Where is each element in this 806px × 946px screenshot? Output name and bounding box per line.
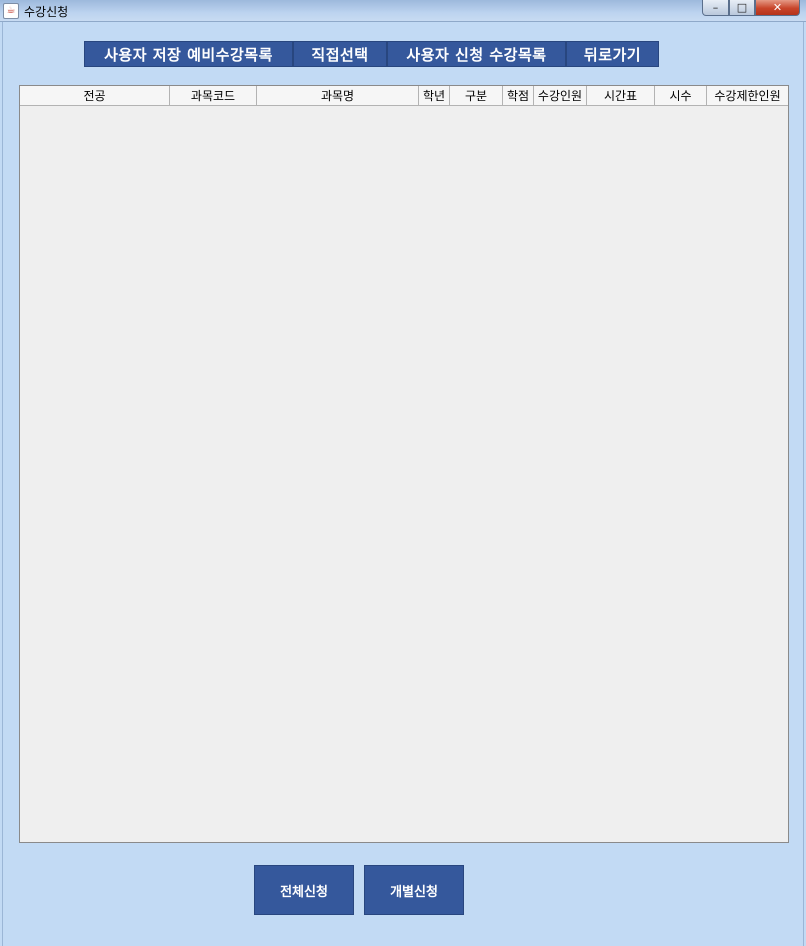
window-content: 사용자 저장 예비수강목록 직접선택 사용자 신청 수강목록 뒤로가기 전공 과… bbox=[2, 22, 804, 946]
maximize-button[interactable]: □ bbox=[729, 0, 755, 16]
table-body[interactable] bbox=[20, 106, 788, 842]
column-header-enrollment-limit[interactable]: 수강제한인원 bbox=[707, 86, 788, 105]
course-table[interactable]: 전공 과목코드 과목명 학년 구분 학점 수강인원 시간표 시수 수강제한인원 bbox=[19, 85, 789, 843]
tab-saved-preliminary-list[interactable]: 사용자 저장 예비수강목록 bbox=[84, 41, 293, 67]
window-title: 수강신청 bbox=[24, 5, 69, 19]
tab-bar: 사용자 저장 예비수강목록 직접선택 사용자 신청 수강목록 뒤로가기 bbox=[84, 41, 659, 67]
column-header-major[interactable]: 전공 bbox=[20, 86, 170, 105]
column-header-enrolled[interactable]: 수강인원 bbox=[534, 86, 587, 105]
minimize-button[interactable]: – bbox=[702, 0, 729, 16]
table-header: 전공 과목코드 과목명 학년 구분 학점 수강인원 시간표 시수 수강제한인원 bbox=[20, 86, 788, 106]
column-header-course-name[interactable]: 과목명 bbox=[257, 86, 419, 105]
apply-all-button[interactable]: 전체신청 bbox=[254, 865, 354, 915]
column-header-hours[interactable]: 시수 bbox=[655, 86, 707, 105]
window-controls: – □ ✕ bbox=[702, 0, 800, 16]
tab-go-back[interactable]: 뒤로가기 bbox=[566, 41, 659, 67]
column-header-year[interactable]: 학년 bbox=[419, 86, 450, 105]
column-header-timetable[interactable]: 시간표 bbox=[587, 86, 655, 105]
close-button[interactable]: ✕ bbox=[755, 0, 800, 16]
column-header-category[interactable]: 구분 bbox=[450, 86, 503, 105]
apply-individual-button[interactable]: 개별신청 bbox=[364, 865, 464, 915]
column-header-course-code[interactable]: 과목코드 bbox=[170, 86, 257, 105]
java-cup-icon: ☕ bbox=[3, 3, 19, 19]
column-header-credits[interactable]: 학점 bbox=[503, 86, 534, 105]
tab-applied-course-list[interactable]: 사용자 신청 수강목록 bbox=[387, 41, 566, 67]
tab-direct-select[interactable]: 직접선택 bbox=[293, 41, 387, 67]
window-titlebar: ☕ 수강신청 – □ ✕ bbox=[0, 0, 806, 22]
